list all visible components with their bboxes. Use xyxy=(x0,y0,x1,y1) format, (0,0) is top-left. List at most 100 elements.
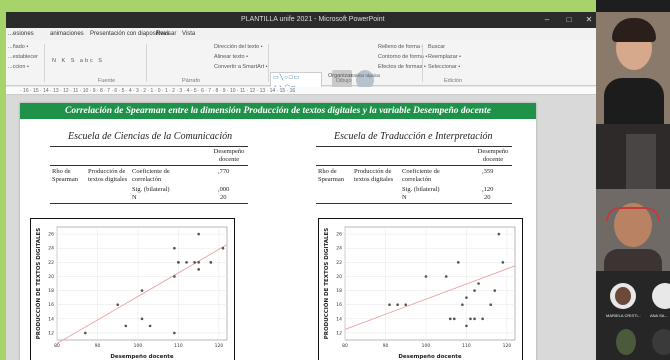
slide[interactable]: Correlación de Spearman entre la dimensi… xyxy=(20,103,536,360)
smartart-button[interactable]: Convertir a SmartArt • xyxy=(214,64,268,70)
avatar[interactable] xyxy=(652,329,670,355)
align-text-button[interactable]: Alinear texto • xyxy=(214,54,248,60)
ribbon: ...ñado • ...establecer ...ccion • N K S… xyxy=(6,40,596,102)
font-format-buttons[interactable]: N K S abc S xyxy=(52,58,104,64)
data-point xyxy=(140,289,144,292)
tab-transitions[interactable]: ...esiones xyxy=(8,28,34,40)
y-tick-label: 12 xyxy=(336,330,342,336)
tab-view[interactable]: Vista xyxy=(182,28,195,40)
avatar[interactable] xyxy=(616,329,636,355)
data-point xyxy=(465,296,468,299)
participant-video-2[interactable] xyxy=(596,124,670,189)
ribbon-tabs: ...esiones animaciones Presentación con … xyxy=(6,28,596,40)
shape-fill-button[interactable]: Relleno de forma • xyxy=(378,44,423,50)
paragraph-group-label: Párrafo xyxy=(182,78,201,84)
data-point xyxy=(477,282,480,285)
powerpoint-window: PLANTILLA unife 2021 - Microsoft PowerPo… xyxy=(6,12,596,360)
x-tick-label: 120 xyxy=(215,343,224,349)
ribbon-separator xyxy=(146,44,147,82)
y-tick-label: 26 xyxy=(336,232,342,238)
data-point xyxy=(221,246,225,250)
participant-video-3[interactable] xyxy=(596,189,670,271)
data-point xyxy=(497,232,501,236)
participant-name: MARIELA CRISTI... xyxy=(606,313,641,318)
x-tick-label: 100 xyxy=(422,343,431,349)
data-point xyxy=(452,317,456,321)
y-tick-label: 14 xyxy=(48,316,54,322)
x-tick-label: 110 xyxy=(174,343,183,349)
slide-canvas: Correlación de Spearman entre la dimensi… xyxy=(6,95,596,360)
stat-label-left: Sig. (bilateral) xyxy=(132,186,170,193)
variable-label-right: Producción de textos digitales xyxy=(354,168,394,183)
data-point xyxy=(193,261,196,264)
headset-icon xyxy=(606,207,660,221)
minimize-button[interactable]: – xyxy=(536,12,558,28)
data-point xyxy=(173,246,176,250)
select-button[interactable]: Seleccionar • xyxy=(428,64,460,70)
participant-video-1[interactable] xyxy=(596,12,670,124)
stats-table-left: Desempeño docente Rho de Spearman Produc… xyxy=(50,146,248,204)
table-rule xyxy=(316,203,512,204)
replace-button[interactable]: Reemplazar • xyxy=(428,54,461,60)
participant-clothes xyxy=(604,249,662,271)
tab-animations[interactable]: animaciones xyxy=(50,28,84,40)
y-tick-label: 22 xyxy=(48,260,54,266)
plot-area xyxy=(344,226,516,341)
data-point xyxy=(173,275,176,278)
data-point xyxy=(396,303,399,306)
font-group-label: Fuente xyxy=(98,78,116,84)
data-point xyxy=(197,268,200,271)
scatter-plot-right[interactable]: 12 14 16 18 20 22 24 26 80 90 100 110 120 Desempeño d… xyxy=(318,218,523,360)
maximize-button[interactable]: □ xyxy=(558,12,580,28)
data-point xyxy=(84,331,87,335)
text-direction-button[interactable]: Dirección del texto • xyxy=(214,44,263,50)
data-point xyxy=(473,317,476,321)
y-tick-label: 24 xyxy=(336,246,342,252)
data-point xyxy=(140,317,144,321)
rho-label-left: Rho de Spearman xyxy=(52,168,78,183)
table-header-left: Desempeño docente xyxy=(213,148,245,163)
paste-options[interactable]: ...ñado • xyxy=(8,44,28,50)
y-axis-title: PRODUCCIÓN DE TEXTOS DIGITALES xyxy=(323,228,330,340)
drawing-group-label: Dibujo xyxy=(336,78,352,84)
scatter-chart-left: 12 14 16 18 20 22 24 26 80 90 100 110 120 Desempeño d… xyxy=(35,226,228,360)
data-point xyxy=(197,232,200,236)
table-rule xyxy=(50,146,248,147)
participant-clothes xyxy=(604,78,664,124)
data-point xyxy=(465,324,468,328)
y-tick-label: 16 xyxy=(48,302,54,308)
find-button[interactable]: Buscar xyxy=(428,44,445,50)
avatar[interactable] xyxy=(652,283,670,309)
scatter-chart-right: 12 14 16 18 20 22 24 26 80 90 100 110 120 Desempeño d… xyxy=(323,226,516,360)
data-point xyxy=(444,275,448,278)
data-point xyxy=(185,261,188,264)
table-rule xyxy=(50,165,248,166)
data-point xyxy=(489,303,493,306)
reset-button[interactable]: ...establecer xyxy=(8,54,38,60)
stat-value-left: ,770 xyxy=(218,168,230,175)
close-button[interactable]: ✕ xyxy=(578,12,596,28)
data-point xyxy=(461,303,464,306)
shape-outline-button[interactable]: Contorno de forma • xyxy=(378,54,427,60)
ribbon-separator xyxy=(422,44,423,82)
scatter-plot-left[interactable]: 12 14 16 18 20 22 24 26 80 90 100 110 120 Desempeño d… xyxy=(30,218,235,360)
screen: PLANTILLA unife 2021 - Microsoft PowerPo… xyxy=(0,0,670,360)
shape-effects-button[interactable]: Efectos de formas • xyxy=(378,64,426,70)
y-tick-label: 24 xyxy=(48,246,54,252)
stats-table-right: Desempeño docente Rho de Spearman Produc… xyxy=(316,146,512,204)
stat-label-right: Sig. (bilateral) xyxy=(402,186,440,193)
school-title-right: Escuela de Traducción e Interpretación xyxy=(334,131,493,142)
y-axis-title: PRODUCCIÓN DE TEXTOS DIGITALES xyxy=(35,228,42,340)
avatar-photo xyxy=(615,287,631,305)
tab-review[interactable]: Revisar xyxy=(156,28,176,40)
data-point xyxy=(457,261,460,264)
stat-label-right: N xyxy=(402,194,407,201)
data-point xyxy=(148,324,152,328)
variable-label-left: Producción de textos digitales xyxy=(88,168,128,183)
stat-value-left: ,000 xyxy=(218,186,230,193)
y-tick-label: 20 xyxy=(336,274,342,280)
section-button[interactable]: ...ccion • xyxy=(8,64,29,70)
data-point xyxy=(177,261,180,264)
quick-styles-button[interactable]: Estilos rápidos xyxy=(351,73,380,78)
video-call-panel: MARIELA CRISTI... ANA SA... xyxy=(596,0,670,360)
